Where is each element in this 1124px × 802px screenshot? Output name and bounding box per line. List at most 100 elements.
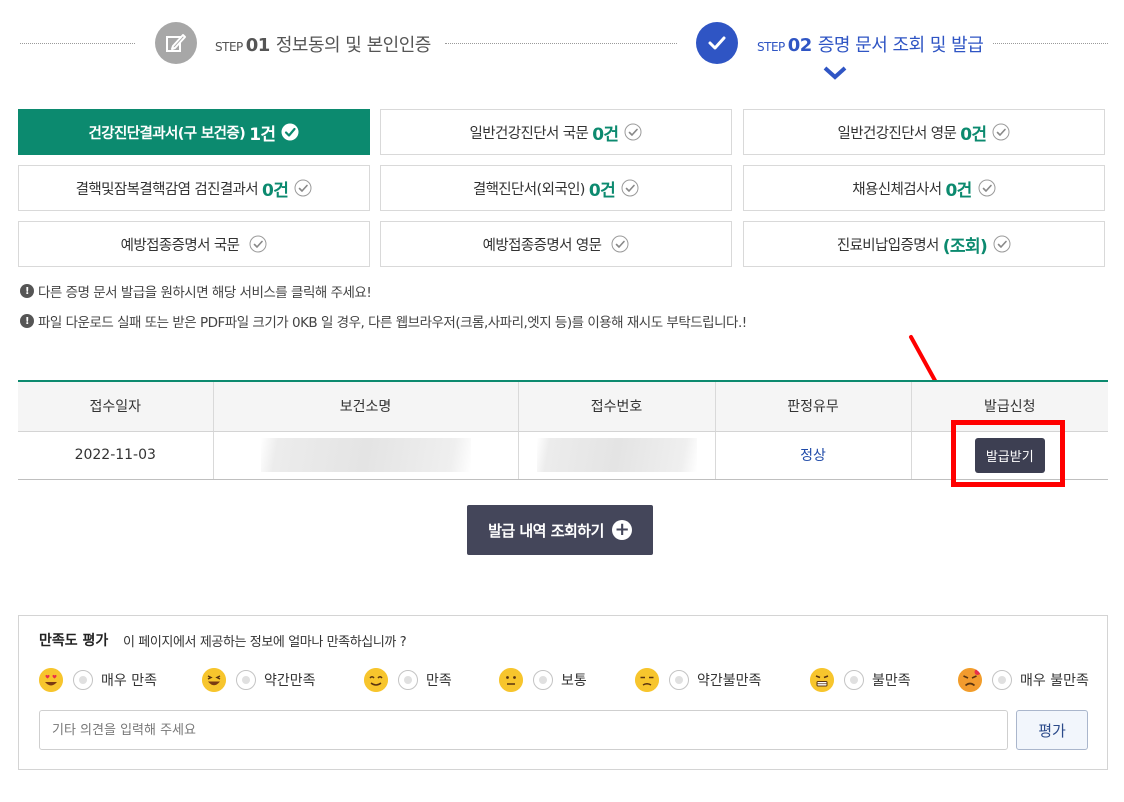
tab-tuberculosis-screening[interactable]: 결핵및잠복결핵감염 검진결과서 0건 <box>18 165 370 211</box>
tab-label: 건강진단결과서(구 보건증) <box>88 125 246 142</box>
tab-vaccination-korean[interactable]: 예방접종증명서 국문 <box>18 221 370 267</box>
table-header-row: 접수일자 보건소명 접수번호 판정유무 발급신청 <box>18 381 1108 432</box>
grimacing-face-emoji-icon <box>810 668 834 692</box>
tab-count: 0건 <box>960 124 987 145</box>
redacted-blur <box>536 438 697 472</box>
redacted-blur <box>260 438 471 472</box>
tab-general-health-korean[interactable]: 일반건강진단서 국문 0건 <box>380 109 732 155</box>
survey-title: 만족도 평가 <box>39 633 109 649</box>
tab-label: 결핵진단서(외국인) <box>472 181 586 198</box>
tab-employment-physical[interactable]: 채용신체검사서 0건 <box>743 165 1105 211</box>
grinning-squint-emoji-icon <box>202 668 226 692</box>
step-1: STEP 01 정보동의 및 본인인증 <box>215 31 431 57</box>
red-highlight-box <box>951 420 1065 487</box>
notice-other-documents: ! 다른 증명 문서 발급을 원하시면 해당 서비스를 클릭해 주세요! <box>20 281 372 301</box>
option-very-unsatisfied[interactable]: 매우 불만족 <box>958 668 1089 692</box>
option-unsatisfied[interactable]: 불만족 <box>810 668 911 692</box>
plus-circle-icon: + <box>611 520 632 540</box>
neutral-face-emoji-icon <box>499 668 523 692</box>
tab-count: (조회) <box>942 236 988 257</box>
radio-button[interactable] <box>992 670 1012 690</box>
radio-button[interactable] <box>844 670 864 690</box>
step-1-number: 01 <box>245 35 271 56</box>
notice-text: 다른 증명 문서 발급을 원하시면 해당 서비스를 클릭해 주세요! <box>38 285 372 301</box>
option-very-satisfied[interactable]: 매우 만족 <box>39 668 157 692</box>
issue-history-button[interactable]: 발급 내역 조회하기 + <box>467 505 653 555</box>
status-text: 정상 <box>800 448 826 464</box>
issue-history-label: 발급 내역 조회하기 <box>488 521 604 540</box>
receipt-table: 접수일자 보건소명 접수번호 판정유무 발급신청 2022-11-03 정상 발… <box>18 380 1108 480</box>
column-header-judgement: 판정유무 <box>715 381 912 432</box>
tab-medical-payment[interactable]: 진료비납입증명서 (조회) <box>743 221 1105 267</box>
tab-count: 0건 <box>588 180 616 201</box>
column-header-date: 접수일자 <box>18 381 214 432</box>
option-satisfied[interactable]: 만족 <box>364 668 452 692</box>
check-circle-icon <box>621 179 639 197</box>
option-label: 약간불만족 <box>697 673 762 689</box>
column-header-receipt-number: 접수번호 <box>518 381 716 432</box>
tab-count: 0건 <box>945 180 972 201</box>
option-neutral[interactable]: 보통 <box>499 668 587 692</box>
satisfaction-survey: 만족도 평가 이 페이지에서 제공하는 정보에 얼마나 만족하십니까 ? 매우 … <box>18 615 1108 770</box>
cell-receipt-number-redacted <box>518 431 716 480</box>
tab-count: 1건 <box>249 124 276 145</box>
tab-tuberculosis-foreigner[interactable]: 결핵진단서(외국인) 0건 <box>380 165 732 211</box>
radio-button[interactable] <box>533 670 553 690</box>
cell-health-center-redacted <box>213 431 519 480</box>
evaluate-button[interactable]: 평가 <box>1016 710 1088 750</box>
step-2-number: 02 <box>787 35 813 56</box>
step-divider <box>445 43 677 44</box>
tab-count: 0건 <box>262 180 289 201</box>
tab-label: 일반건강진단서 영문 <box>837 125 957 142</box>
option-label: 만족 <box>426 673 452 689</box>
notice-text: 파일 다운로드 실패 또는 받은 PDF파일 크기가 0KB 일 경우, 다른 … <box>38 315 747 331</box>
comment-input[interactable] <box>39 710 1008 750</box>
radio-button[interactable] <box>669 670 689 690</box>
tab-vaccination-english[interactable]: 예방접종증명서 영문 <box>380 221 732 267</box>
step-divider <box>993 43 1108 44</box>
column-header-health-center: 보건소명 <box>213 381 519 432</box>
angry-face-emoji-icon <box>958 668 982 692</box>
check-circle-icon <box>281 123 299 141</box>
check-circle-icon <box>993 235 1011 253</box>
notice-download-failure: ! 파일 다운로드 실패 또는 받은 PDF파일 크기가 0KB 일 경우, 다… <box>20 311 747 331</box>
check-circle-icon <box>978 179 996 197</box>
tab-label: 진료비납입증명서 <box>836 237 940 254</box>
option-label: 약간만족 <box>264 673 316 689</box>
option-label: 매우 불만족 <box>1020 673 1089 689</box>
table-row: 2022-11-03 정상 발급받기 <box>18 431 1108 480</box>
tab-general-health-english[interactable]: 일반건강진단서 영문 0건 <box>743 109 1105 155</box>
exclamation-icon: ! <box>20 284 34 298</box>
smiling-emoji-icon <box>364 668 388 692</box>
check-circle-icon <box>992 123 1010 141</box>
option-label: 불만족 <box>872 673 911 689</box>
survey-question: 이 페이지에서 제공하는 정보에 얼마나 만족하십니까 ? <box>123 635 407 650</box>
step-1-prefix: STEP <box>215 40 243 54</box>
step-2-label: 증명 문서 조회 및 발급 <box>817 35 984 56</box>
step-divider <box>20 43 135 44</box>
tab-label: 채용신체검사서 <box>852 181 942 198</box>
step-indicator: STEP 01 정보동의 및 본인인증 STEP 02 증명 문서 조회 및 발급 <box>0 0 1124 90</box>
radio-button[interactable] <box>73 670 93 690</box>
check-icon <box>696 22 738 64</box>
radio-button[interactable] <box>236 670 256 690</box>
check-circle-icon <box>294 179 312 197</box>
tab-count: 0건 <box>592 124 619 145</box>
tab-label: 예방접종증명서 국문 <box>120 237 240 254</box>
step-2: STEP 02 증명 문서 조회 및 발급 <box>757 31 984 57</box>
step-1-label: 정보동의 및 본인인증 <box>275 35 431 56</box>
check-circle-icon <box>611 235 629 253</box>
option-somewhat-satisfied[interactable]: 약간만족 <box>202 668 316 692</box>
heart-eyes-emoji-icon <box>39 668 63 692</box>
tab-label: 결핵및잠복결핵감염 검진결과서 <box>75 181 259 198</box>
check-circle-icon <box>624 123 642 141</box>
tab-label: 예방접종증명서 영문 <box>482 237 602 254</box>
tab-health-certificate[interactable]: 건강진단결과서(구 보건증) 1건 <box>18 109 370 155</box>
check-circle-icon <box>249 235 267 253</box>
cell-date: 2022-11-03 <box>18 431 214 480</box>
edit-icon <box>155 22 197 64</box>
option-somewhat-unsatisfied[interactable]: 약간불만족 <box>635 668 761 692</box>
radio-button[interactable] <box>398 670 418 690</box>
tab-label: 일반건강진단서 국문 <box>469 125 589 142</box>
step-2-prefix: STEP <box>757 40 785 54</box>
